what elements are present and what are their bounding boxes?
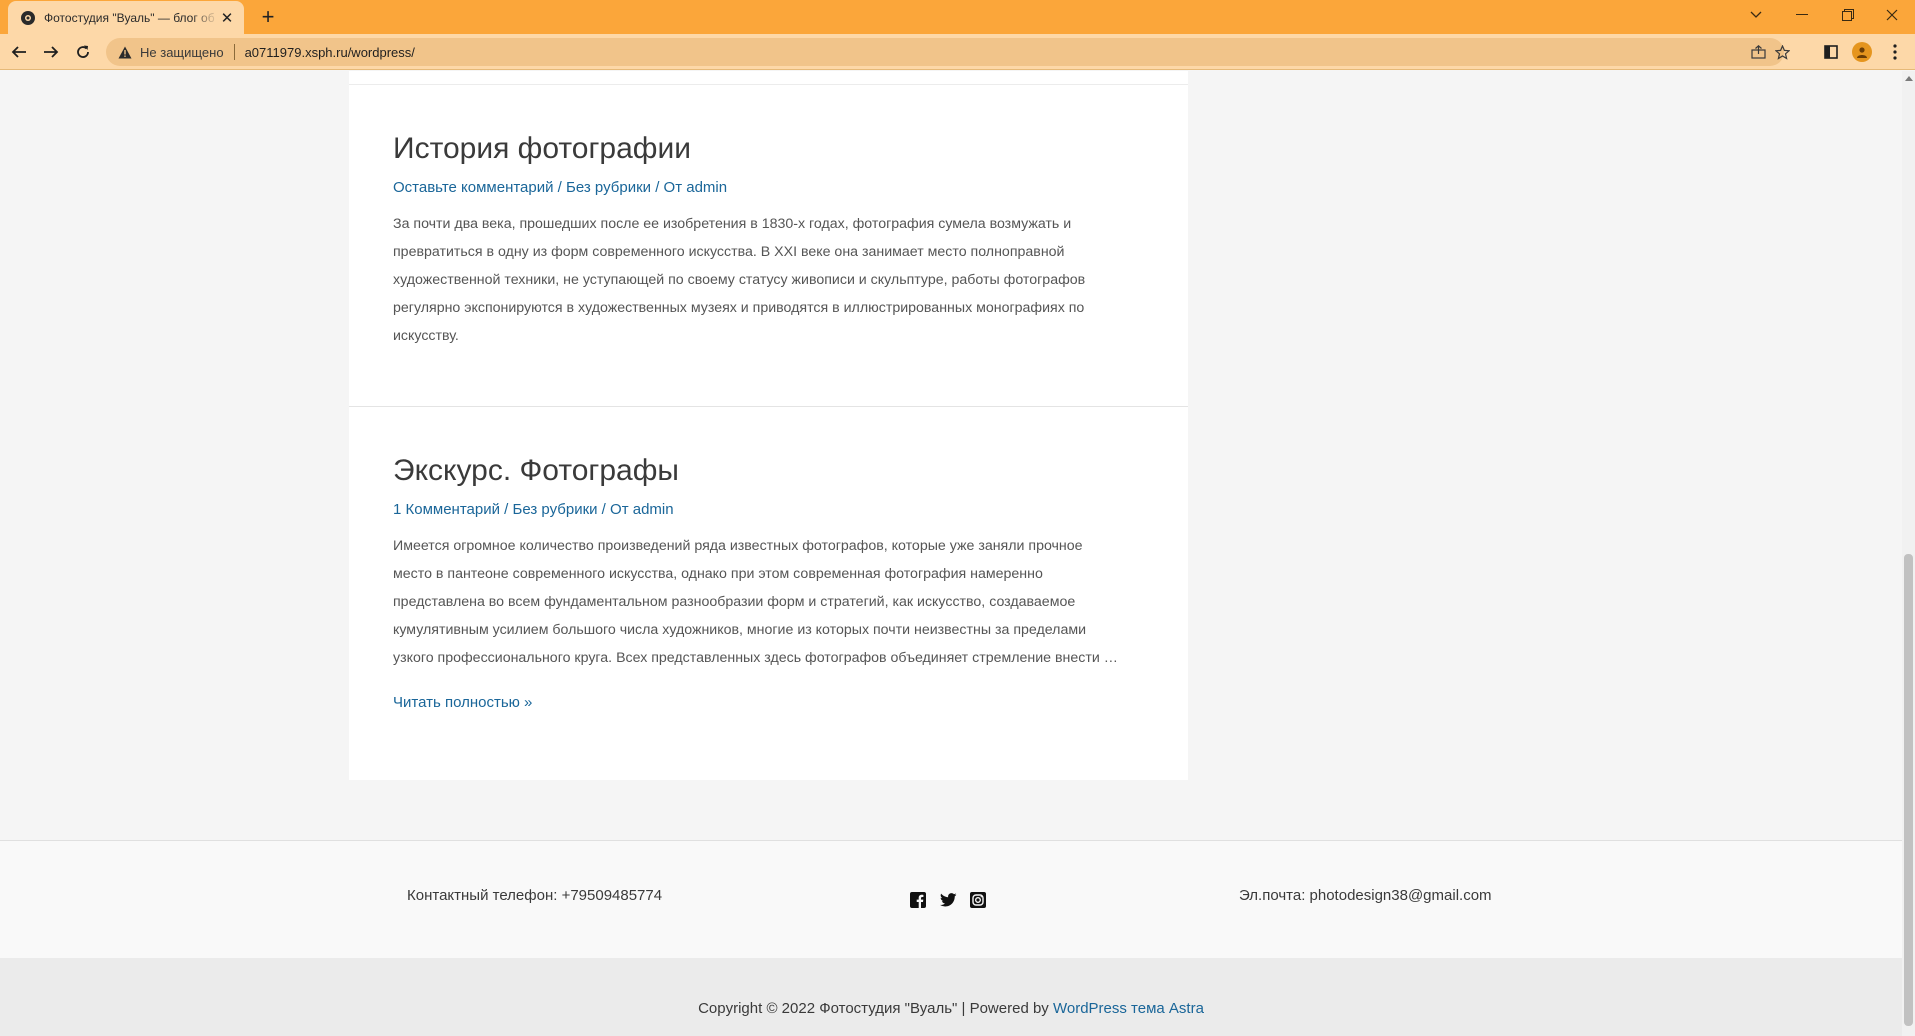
excerpt-line: регулярно экспонируются в художественных… (393, 300, 1085, 316)
address-bar[interactable]: Не защищено a0711979.xsph.ru/wordpress/ (106, 38, 1790, 66)
excerpt-line: превратиться в одну из форм современного… (393, 244, 1065, 260)
scrollbar-thumb[interactable] (1904, 554, 1913, 1026)
wordpress-astra-link[interactable]: WordPress тема Astra (1053, 1000, 1204, 1017)
browser-tab-strip: Фотостудия "Вуаль" — блог об фотографии … (0, 0, 1915, 34)
divider (349, 84, 1188, 85)
excerpt-line: художественной техники, не уступающей по… (393, 272, 1086, 288)
page-viewport: История фотографии Оставьте комментарий … (0, 71, 1902, 1036)
twitter-icon[interactable] (939, 891, 957, 909)
address-url[interactable]: a0711979.xsph.ru/wordpress/ (245, 45, 415, 60)
close-window-button[interactable] (1869, 0, 1915, 30)
excerpt-line: узкого профессионального круга. Всех пре… (393, 650, 1118, 666)
page-scrollbar[interactable] (1902, 71, 1915, 1036)
post-meta: 1 Комментарий / Без рубрики / От admin (393, 501, 1153, 518)
new-tab-button[interactable]: + (256, 5, 280, 29)
footer-copyright-bar: Copyright © 2022 Фотостудия "Вуаль" | Po… (0, 958, 1902, 1036)
meta-separator: / (500, 501, 513, 518)
post-article: Экскурс. Фотографы 1 Комментарий / Без р… (393, 453, 1153, 712)
post-meta: Оставьте комментарий / Без рубрики / От … (393, 179, 1153, 196)
camera-icon (20, 10, 36, 26)
post-excerpt: Имеется огромное количество произведений… (393, 532, 1153, 672)
address-separator (233, 44, 235, 60)
reload-icon[interactable] (70, 39, 96, 65)
post-excerpt: За почти два века, прошедших после ее из… (393, 210, 1153, 350)
category-link[interactable]: Без рубрики (566, 179, 651, 196)
warning-icon[interactable] (116, 43, 134, 61)
footer-contacts: Контактный телефон: +79509485774 Эл.почт… (0, 840, 1902, 958)
read-more-link[interactable]: Читать полностью » (393, 694, 532, 711)
author-link[interactable]: От admin (664, 179, 728, 196)
contact-email: Эл.почта: photodesign38@gmail.com (1239, 887, 1492, 904)
bookmark-star-icon[interactable] (1772, 42, 1792, 62)
close-tab-icon[interactable]: ✕ (218, 9, 236, 27)
comments-link[interactable]: Оставьте комментарий (393, 179, 554, 196)
post-title[interactable]: История фотографии (393, 131, 1153, 167)
copyright-prefix: Copyright © 2022 Фотостудия "Вуаль" | Po… (698, 1000, 1053, 1017)
comments-link[interactable]: 1 Комментарий (393, 501, 500, 518)
share-icon[interactable] (1748, 42, 1768, 62)
forward-arrow-icon[interactable] (38, 39, 64, 65)
instagram-icon[interactable] (969, 891, 987, 909)
excerpt-line: место в пантеоне современного искусства,… (393, 566, 1043, 582)
excerpt-line: За почти два века, прошедших после ее из… (393, 216, 1072, 232)
meta-separator: / (597, 501, 611, 518)
scroll-up-arrow-icon[interactable] (1905, 76, 1913, 81)
excerpt-line: представлена во всем фундаментальном раз… (393, 594, 1076, 610)
facebook-icon[interactable] (909, 891, 927, 909)
social-links (909, 891, 987, 909)
post-title[interactable]: Экскурс. Фотографы (393, 453, 1153, 489)
excerpt-line: Имеется огромное количество произведений… (393, 538, 1083, 554)
menu-kebab-icon[interactable] (1882, 39, 1908, 65)
divider (349, 406, 1188, 407)
contact-phone: Контактный телефон: +79509485774 (407, 887, 663, 904)
not-secure-label[interactable]: Не защищено (140, 45, 224, 60)
excerpt-line: кумулятивным усилием большого числа худо… (393, 622, 1087, 638)
tab-search-icon[interactable] (1733, 0, 1779, 30)
meta-separator: / (553, 179, 567, 196)
meta-separator: / (651, 179, 664, 196)
category-link[interactable]: Без рубрики (513, 501, 598, 518)
tab-title: Фотостудия "Вуаль" — блог об фотографии (44, 10, 218, 25)
browser-tab[interactable]: Фотостудия "Вуаль" — блог об фотографии … (8, 1, 244, 34)
excerpt-line: искусству. (393, 328, 459, 344)
profile-avatar-icon[interactable] (1849, 39, 1875, 65)
back-arrow-icon[interactable] (6, 39, 32, 65)
browser-toolbar: Не защищено a0711979.xsph.ru/wordpress/ (0, 34, 1915, 70)
post-article: История фотографии Оставьте комментарий … (393, 131, 1153, 350)
restore-button[interactable] (1825, 0, 1871, 30)
side-panel-icon[interactable] (1818, 39, 1844, 65)
minimize-button[interactable] (1779, 0, 1825, 30)
copyright-text: Copyright © 2022 Фотостудия "Вуаль" | Po… (0, 1000, 1902, 1017)
author-link[interactable]: От admin (610, 501, 674, 518)
posts-column: История фотографии Оставьте комментарий … (349, 71, 1188, 780)
